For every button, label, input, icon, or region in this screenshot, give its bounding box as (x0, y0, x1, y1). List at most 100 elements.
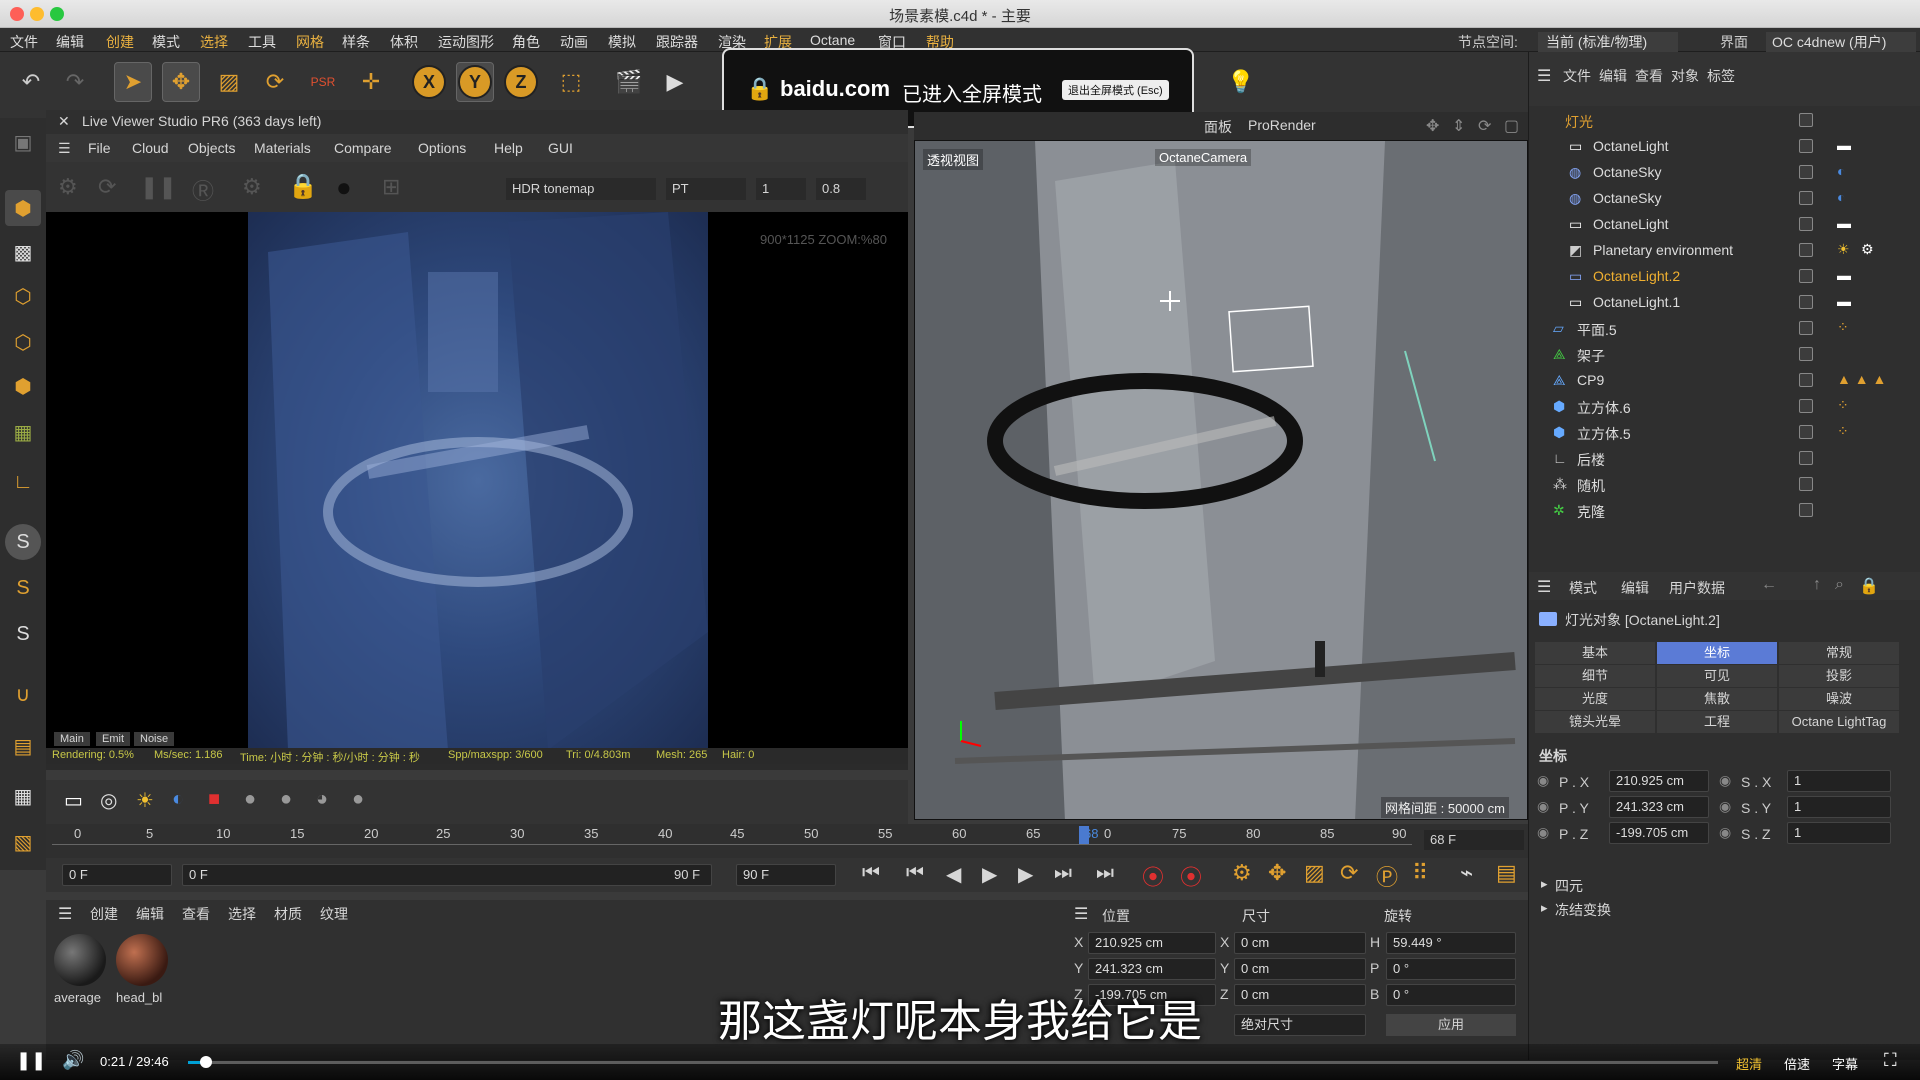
keyframe-dot-icon[interactable]: ◉ (1537, 824, 1549, 841)
tree-item[interactable]: ◩ Planetary environment ☀ ⚙ (1537, 238, 1915, 264)
light-bulb-icon[interactable]: 💡 (1222, 62, 1260, 102)
visibility-checkbox[interactable] (1799, 191, 1813, 205)
psr-tool-icon[interactable]: PSR (304, 62, 342, 102)
render-mode-dropdown[interactable]: PT (666, 178, 746, 200)
tab-general[interactable]: 常规 (1779, 642, 1899, 664)
tree-item-selected[interactable]: ▭ OctaneLight.2 ▬ (1537, 264, 1915, 290)
tree-item[interactable]: ▭ OctaneLight ▬ (1537, 134, 1915, 160)
3d-viewport[interactable]: 透视视图 OctaneCamera 网格间距 : 50000 cm (914, 140, 1528, 820)
menu-item[interactable]: 运动图形 (438, 32, 494, 52)
sun-icon[interactable]: ☀ (136, 788, 154, 813)
gear-tag-icon[interactable]: ⚙ (1861, 241, 1874, 258)
mat-menu-item[interactable]: 查看 (182, 904, 210, 924)
menu-item[interactable]: 模式 (152, 32, 180, 52)
zoom-view-icon[interactable]: ⇕ (1452, 116, 1465, 136)
y-axis-icon[interactable]: Y (458, 65, 492, 99)
material-tag-icon[interactable]: ⁘ (1837, 423, 1849, 440)
polygons-icon[interactable]: ⬢ (5, 368, 41, 404)
om-menu-item[interactable]: 文件 (1563, 66, 1591, 86)
hamburger-icon[interactable]: ☰ (1537, 66, 1551, 86)
next-frame-icon[interactable]: ▶ (1018, 862, 1033, 887)
visibility-checkbox[interactable] (1799, 295, 1813, 309)
visibility-checkbox[interactable] (1799, 425, 1813, 439)
material-thumbnail[interactable] (116, 934, 168, 986)
visibility-checkbox[interactable] (1799, 269, 1813, 283)
coordinate-system-icon[interactable]: ⬚ (552, 62, 590, 102)
collapsed-section-freeze[interactable]: 冻结变换 (1555, 900, 1611, 920)
menu-item[interactable]: 编辑 (56, 32, 84, 52)
target-icon[interactable]: ◎ (100, 788, 117, 813)
keyframe-settings-icon[interactable]: ⚙ (1232, 860, 1252, 886)
menu-item[interactable]: 体积 (390, 32, 418, 52)
points-icon[interactable]: ⬡ (5, 278, 41, 314)
tab-coordinates[interactable]: 坐标 (1657, 642, 1777, 664)
viewport-menu-item[interactable]: 面板 (1204, 117, 1232, 137)
lock-icon[interactable]: 🔒 (288, 172, 318, 201)
position-x-field[interactable]: 210.925 cm (1088, 932, 1216, 954)
hamburger-icon[interactable]: ☰ (58, 140, 71, 157)
pos-y-field[interactable]: 241.323 cm (1609, 796, 1709, 818)
prev-key-icon[interactable]: ⏮ (906, 862, 924, 885)
rect-light-icon[interactable]: ▭ (64, 788, 83, 813)
tab-visibility[interactable]: 可见 (1657, 665, 1777, 687)
lv-menu-item[interactable]: File (88, 140, 111, 156)
material-blend-icon[interactable]: ● (352, 788, 364, 811)
frame-range-start[interactable]: 0 F (182, 864, 712, 886)
timeline-editor-icon[interactable]: ⌁ (1460, 860, 1473, 886)
axis-icon[interactable]: ∟ (5, 464, 41, 500)
tree-item[interactable]: ⟁ 架子 (1537, 342, 1915, 368)
undo-icon[interactable]: ↶ (12, 62, 50, 102)
uv-icon[interactable]: ▦ (5, 414, 41, 450)
visibility-checkbox[interactable] (1799, 243, 1813, 257)
visibility-checkbox[interactable] (1799, 347, 1813, 361)
tree-item[interactable]: ✲ 克隆 (1537, 498, 1915, 524)
workplane-icon[interactable]: ▧ (5, 824, 41, 860)
mat-menu-item[interactable]: 选择 (228, 904, 256, 924)
tab-project[interactable]: 工程 (1657, 711, 1777, 733)
tab-shadow[interactable]: 投影 (1779, 665, 1899, 687)
snap-icon[interactable]: S (5, 524, 41, 560)
menu-item[interactable]: 样条 (342, 32, 370, 52)
visibility-checkbox[interactable] (1799, 165, 1813, 179)
tonemap-dropdown[interactable]: HDR tonemap (506, 178, 656, 200)
camera-icon[interactable]: ■ (208, 788, 220, 811)
speed-button[interactable]: 倍速 (1784, 1054, 1810, 1073)
menu-item[interactable]: 选择 (200, 32, 228, 52)
rotation-p-field[interactable]: 0 ° (1386, 958, 1516, 980)
prev-frame-icon[interactable]: ◀ (946, 862, 961, 887)
fullscreen-icon[interactable]: ⛶ (1884, 1050, 1897, 1071)
viewport-menu-item[interactable]: ProRender (1248, 117, 1316, 133)
add-tool-icon[interactable]: ✛ (352, 62, 390, 102)
snap-alt-icon[interactable]: S (5, 616, 41, 652)
warning-tag-icon[interactable]: ▲ ▲ ▲ (1837, 371, 1886, 387)
tab-basic[interactable]: 基本 (1535, 642, 1655, 664)
next-key-icon[interactable]: ⏭ (1054, 862, 1072, 885)
quality-button[interactable]: 超清 (1736, 1054, 1762, 1073)
tab-octane-lighttag[interactable]: Octane LightTag (1779, 711, 1899, 733)
visibility-checkbox[interactable] (1799, 373, 1813, 387)
floor-icon[interactable]: ▤ (5, 728, 41, 764)
select-tool-icon[interactable]: ➤ (114, 62, 152, 102)
lv-menu-item[interactable]: Materials (254, 140, 311, 156)
material-sphere-icon[interactable]: ● (244, 788, 256, 811)
menu-item[interactable]: 动画 (560, 32, 588, 52)
mat-menu-item[interactable]: 创建 (90, 904, 118, 924)
tree-item[interactable]: ⬢ 立方体.5 ⁘ (1537, 420, 1915, 446)
scale-z-field[interactable]: 1 (1787, 822, 1891, 844)
expand-arrow-icon[interactable]: ▸ (1541, 900, 1548, 916)
tree-item[interactable]: ▱ 平面.5 ⁘ (1537, 316, 1915, 342)
key-points-icon[interactable]: ⠿ (1412, 860, 1428, 886)
tab-main[interactable]: Main (54, 732, 90, 746)
move-view-icon[interactable]: ✥ (1426, 116, 1439, 136)
timeline-playhead[interactable] (1078, 826, 1089, 844)
lock-icon[interactable]: 🔒 (1859, 576, 1879, 596)
sun-tag-icon[interactable]: ☀ (1837, 241, 1850, 258)
volume-icon[interactable]: 🔊 (62, 1050, 84, 1071)
start-frame-field[interactable]: 0 F (62, 864, 172, 886)
record-icon[interactable]: ⦿ (1142, 860, 1164, 892)
visibility-checkbox[interactable] (1799, 321, 1813, 335)
video-progress-knob[interactable] (200, 1056, 213, 1068)
edges-icon[interactable]: ⬡ (5, 324, 41, 360)
scale-tool-icon[interactable]: ▨ (210, 62, 248, 102)
material-thumbnail[interactable] (54, 934, 106, 986)
